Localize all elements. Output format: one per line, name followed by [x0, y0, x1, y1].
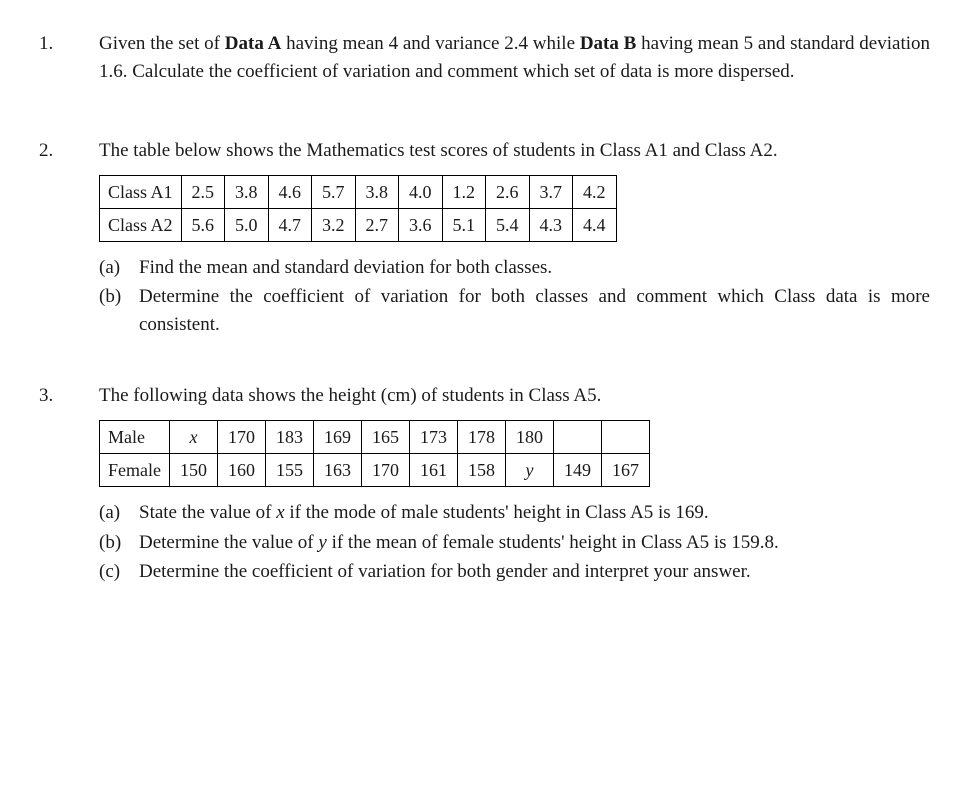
cell: 3.8: [355, 175, 399, 208]
cell: 165: [361, 421, 409, 454]
sub-text: Determine the value of y if the mean of …: [139, 529, 930, 557]
cell: 170: [217, 421, 265, 454]
cell: 4.0: [399, 175, 443, 208]
sub-label: (a): [99, 254, 139, 282]
cell: 158: [457, 454, 505, 487]
row-header: Female: [100, 454, 170, 487]
sub-text: Determine the coefficient of variation f…: [139, 558, 930, 586]
cell: 170: [361, 454, 409, 487]
cell: 5.6: [181, 208, 225, 241]
cell: 5.7: [312, 175, 356, 208]
cell: 169: [313, 421, 361, 454]
scores-table: Class A1 2.5 3.8 4.6 5.7 3.8 4.0 1.2 2.6…: [99, 175, 617, 242]
question-number: 2.: [35, 137, 99, 165]
sub-text: Find the mean and standard deviation for…: [139, 254, 930, 282]
cell: 150: [169, 454, 217, 487]
cell: 1.2: [442, 175, 486, 208]
sub-label: (b): [99, 283, 139, 311]
sub-item-b: (b) Determine the value of y if the mean…: [99, 529, 930, 557]
cell: 4.7: [268, 208, 312, 241]
question-body: The table below shows the Mathematics te…: [99, 137, 930, 340]
cell: 2.7: [355, 208, 399, 241]
cell: 2.6: [486, 175, 530, 208]
cell: 2.5: [181, 175, 225, 208]
sub-list: (a) Find the mean and standard deviation…: [99, 254, 930, 339]
cell: 4.3: [529, 208, 573, 241]
cell: 4.6: [268, 175, 312, 208]
cell: 4.2: [573, 175, 617, 208]
cell: 5.0: [225, 208, 269, 241]
table-row: Class A2 5.6 5.0 4.7 3.2 2.7 3.6 5.1 5.4…: [100, 208, 617, 241]
cell: 3.2: [312, 208, 356, 241]
sub-label: (b): [99, 529, 139, 557]
cell: x: [169, 421, 217, 454]
cell: 155: [265, 454, 313, 487]
sub-item-c: (c) Determine the coefficient of variati…: [99, 558, 930, 586]
question-3: 3. The following data shows the height (…: [35, 382, 930, 587]
cell: 4.4: [573, 208, 617, 241]
sub-item-a: (a) State the value of x if the mode of …: [99, 499, 930, 527]
cell: 3.6: [399, 208, 443, 241]
cell: 183: [265, 421, 313, 454]
cell: 3.7: [529, 175, 573, 208]
question-intro: The following data shows the height (cm)…: [99, 382, 930, 410]
table-row: Male x 170 183 169 165 173 178 180: [100, 421, 650, 454]
question-intro: The table below shows the Mathematics te…: [99, 137, 930, 165]
cell: 160: [217, 454, 265, 487]
cell: 163: [313, 454, 361, 487]
row-header: Male: [100, 421, 170, 454]
height-table: Male x 170 183 169 165 173 178 180 Femal…: [99, 420, 650, 487]
question-number: 1.: [35, 30, 99, 58]
cell: [601, 421, 649, 454]
cell: 161: [409, 454, 457, 487]
cell: 3.8: [225, 175, 269, 208]
cell: 167: [601, 454, 649, 487]
cell: 173: [409, 421, 457, 454]
sub-item-b: (b) Determine the coefficient of variati…: [99, 283, 930, 338]
question-number: 3.: [35, 382, 99, 410]
cell: 180: [505, 421, 553, 454]
sub-text: Determine the coefficient of variation f…: [139, 283, 930, 338]
question-body: The following data shows the height (cm)…: [99, 382, 930, 587]
sub-text: State the value of x if the mode of male…: [139, 499, 930, 527]
row-header: Class A1: [100, 175, 182, 208]
table-row: Female 150 160 155 163 170 161 158 y 149…: [100, 454, 650, 487]
cell: 178: [457, 421, 505, 454]
cell: 5.1: [442, 208, 486, 241]
row-header: Class A2: [100, 208, 182, 241]
question-2: 2. The table below shows the Mathematics…: [35, 137, 930, 340]
cell: y: [505, 454, 553, 487]
sub-list: (a) State the value of x if the mode of …: [99, 499, 930, 586]
question-body: Given the set of Data A having mean 4 an…: [99, 30, 930, 95]
table-row: Class A1 2.5 3.8 4.6 5.7 3.8 4.0 1.2 2.6…: [100, 175, 617, 208]
cell: [553, 421, 601, 454]
question-text: Given the set of Data A having mean 4 an…: [99, 30, 930, 85]
sub-label: (a): [99, 499, 139, 527]
cell: 5.4: [486, 208, 530, 241]
cell: 149: [553, 454, 601, 487]
sub-item-a: (a) Find the mean and standard deviation…: [99, 254, 930, 282]
question-1: 1. Given the set of Data A having mean 4…: [35, 30, 930, 95]
sub-label: (c): [99, 558, 139, 586]
